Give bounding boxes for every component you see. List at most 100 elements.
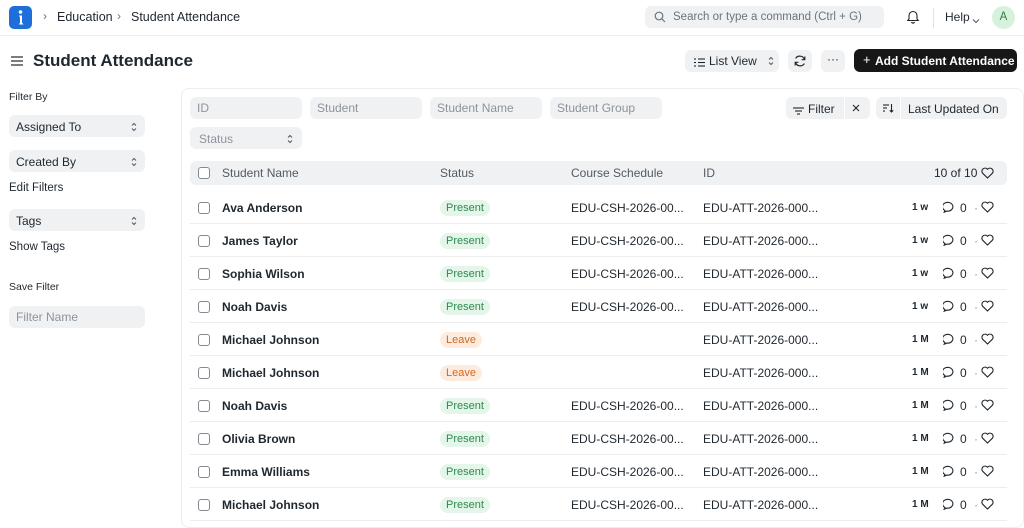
row-checkbox[interactable] bbox=[198, 433, 210, 445]
status-filter-select[interactable]: Status bbox=[190, 127, 302, 149]
select-all-checkbox[interactable] bbox=[198, 167, 210, 179]
like-heart-icon[interactable] bbox=[981, 201, 994, 216]
like-heart-icon[interactable] bbox=[981, 432, 994, 447]
nav-divider bbox=[933, 8, 934, 28]
row-checkbox[interactable] bbox=[198, 466, 210, 478]
comment-icon[interactable] bbox=[941, 267, 956, 282]
comment-icon[interactable] bbox=[941, 465, 956, 480]
status-badge: Present bbox=[440, 266, 490, 282]
student-name-cell[interactable]: Michael Johnson bbox=[222, 333, 319, 347]
list-view-switcher[interactable]: List View bbox=[685, 50, 779, 72]
navbar: › Education › Student Attendance Help A bbox=[0, 0, 1024, 36]
app-logo[interactable] bbox=[9, 6, 32, 29]
sort-order-icon[interactable] bbox=[882, 102, 894, 117]
student-filter-input[interactable] bbox=[310, 97, 422, 119]
id-cell: EDU-ATT-2026-000... bbox=[703, 366, 819, 380]
student-name-cell[interactable]: Sophia Wilson bbox=[222, 267, 305, 281]
like-heart-icon[interactable] bbox=[981, 333, 994, 348]
comment-icon[interactable] bbox=[941, 234, 956, 249]
like-heart-icon[interactable] bbox=[981, 498, 994, 513]
student-name-cell[interactable]: Emma Williams bbox=[222, 465, 310, 479]
like-heart-icon[interactable] bbox=[981, 399, 994, 414]
student-name-cell[interactable]: Olivia Brown bbox=[222, 432, 295, 446]
row-checkbox[interactable] bbox=[198, 334, 210, 346]
comment-icon[interactable] bbox=[941, 300, 956, 315]
help-menu[interactable]: Help bbox=[945, 10, 970, 24]
like-heart-icon[interactable] bbox=[981, 267, 994, 282]
row-checkbox[interactable] bbox=[198, 367, 210, 379]
table-row[interactable]: Olivia Brown Present EDU-CSH-2026-00... EDU… bbox=[190, 422, 1007, 455]
student-name-cell[interactable]: Noah Davis bbox=[222, 399, 287, 413]
table-row[interactable]: Noah Davis Present EDU-CSH-2026-00... EDU-A… bbox=[190, 290, 1007, 323]
table-row[interactable]: Michael Johnson Present EDU-CSH-2026-00...… bbox=[190, 488, 1007, 521]
student-name-cell[interactable]: Michael Johnson bbox=[222, 498, 319, 512]
table-row[interactable]: Michael Johnson Leave EDU-ATT-2026-000... 1… bbox=[190, 323, 1007, 356]
sort-selector[interactable]: Last Updated On bbox=[876, 97, 1007, 119]
status-badge: Leave bbox=[440, 365, 482, 381]
filter-name-input[interactable] bbox=[9, 306, 145, 328]
table-row[interactable]: Emma Williams Present EDU-CSH-2026-00... ED… bbox=[190, 455, 1007, 488]
breadcrumb-student-attendance[interactable]: Student Attendance bbox=[131, 10, 240, 24]
table-row[interactable]: James Taylor Present EDU-CSH-2026-00... EDU… bbox=[190, 224, 1007, 257]
student-name-cell[interactable]: Noah Davis bbox=[222, 300, 287, 314]
table-row[interactable]: Noah Davis Present EDU-CSH-2026-00... EDU-A… bbox=[190, 389, 1007, 422]
show-tags-link[interactable]: Show Tags bbox=[9, 241, 65, 253]
comment-icon[interactable] bbox=[941, 399, 956, 414]
student-name-cell[interactable]: James Taylor bbox=[222, 234, 298, 248]
row-checkbox[interactable] bbox=[198, 202, 210, 214]
comment-icon[interactable] bbox=[941, 201, 956, 216]
status-badge: Present bbox=[440, 398, 490, 414]
command-search[interactable] bbox=[645, 6, 884, 28]
table-row[interactable]: Sophia Wilson Present EDU-CSH-2026-00... ED… bbox=[190, 257, 1007, 290]
select-arrows-icon bbox=[131, 156, 137, 170]
list-view-label: List View bbox=[709, 54, 757, 68]
clear-filter-icon[interactable] bbox=[851, 102, 861, 116]
refresh-icon bbox=[794, 55, 806, 67]
student-name-cell[interactable]: Ava Anderson bbox=[222, 201, 302, 215]
row-checkbox[interactable] bbox=[198, 400, 210, 412]
filter-icon bbox=[793, 104, 804, 118]
breadcrumb-education[interactable]: Education bbox=[57, 10, 113, 24]
tags-select[interactable]: Tags bbox=[9, 209, 145, 231]
table-row[interactable]: Ava Anderson Present EDU-CSH-2026-00... EDU… bbox=[190, 191, 1007, 224]
edit-filters-link[interactable]: Edit Filters bbox=[9, 182, 63, 194]
more-actions-button[interactable]: ··· bbox=[821, 50, 845, 72]
separator-dot: · bbox=[974, 267, 978, 281]
row-checkbox[interactable] bbox=[198, 268, 210, 280]
like-heart-icon[interactable] bbox=[981, 465, 994, 480]
comment-icon[interactable] bbox=[941, 432, 956, 447]
modified-age: 1 M bbox=[912, 367, 929, 378]
row-checkbox[interactable] bbox=[198, 499, 210, 511]
comment-icon[interactable] bbox=[941, 366, 956, 381]
chevron-down-icon[interactable] bbox=[972, 13, 980, 27]
sidebar-toggle-icon[interactable] bbox=[11, 55, 23, 69]
id-cell: EDU-ATT-2026-000... bbox=[703, 201, 819, 215]
heart-icon[interactable] bbox=[981, 167, 994, 182]
student-name-cell[interactable]: Michael Johnson bbox=[222, 366, 319, 380]
refresh-button[interactable] bbox=[788, 50, 812, 72]
modified-age: 1 w bbox=[912, 202, 929, 213]
assigned-to-select[interactable]: Assigned To bbox=[9, 115, 145, 137]
id-filter-input[interactable] bbox=[190, 97, 302, 119]
table-row[interactable]: Michael Johnson Leave EDU-ATT-2026-000... 1… bbox=[190, 356, 1007, 389]
search-input[interactable] bbox=[673, 9, 878, 25]
row-checkbox[interactable] bbox=[198, 235, 210, 247]
comment-icon[interactable] bbox=[941, 498, 956, 513]
list-icon bbox=[694, 56, 705, 70]
like-heart-icon[interactable] bbox=[981, 300, 994, 315]
add-student-attendance-button[interactable]: + Add Student Attendance bbox=[854, 49, 1017, 72]
filter-button[interactable]: Filter bbox=[786, 97, 870, 119]
course-schedule-cell: EDU-CSH-2026-00... bbox=[571, 399, 684, 413]
comment-icon[interactable] bbox=[941, 333, 956, 348]
avatar[interactable]: A bbox=[992, 6, 1015, 29]
notification-bell-icon[interactable] bbox=[906, 9, 920, 27]
more-label: ··· bbox=[827, 52, 839, 66]
created-by-select[interactable]: Created By bbox=[9, 150, 145, 172]
like-heart-icon[interactable] bbox=[981, 234, 994, 249]
course-schedule-cell: EDU-CSH-2026-00... bbox=[571, 498, 684, 512]
student-name-filter-input[interactable] bbox=[430, 97, 542, 119]
row-checkbox[interactable] bbox=[198, 301, 210, 313]
student-group-filter-input[interactable] bbox=[550, 97, 662, 119]
modified-age: 1 w bbox=[912, 268, 929, 279]
like-heart-icon[interactable] bbox=[981, 366, 994, 381]
